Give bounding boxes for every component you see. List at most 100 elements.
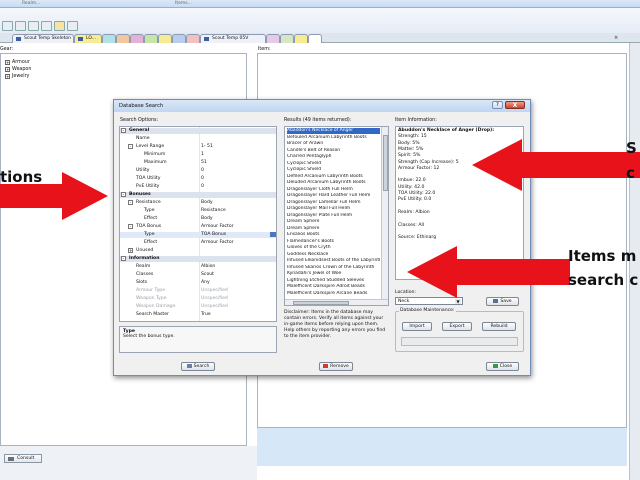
- property-row[interactable]: Name: [120, 136, 276, 142]
- property-row[interactable]: Weapon Damage Unspecified: [120, 304, 276, 310]
- expand-icon[interactable]: -: [121, 256, 126, 261]
- property-row[interactable]: Effect Body: [120, 216, 276, 222]
- dialog-close-button[interactable]: X: [505, 101, 525, 109]
- property-category[interactable]: - General: [120, 128, 276, 134]
- export-button[interactable]: Export: [442, 322, 472, 331]
- tab-scout-temp-05v[interactable]: Scout Temp 05V: [200, 34, 266, 43]
- tab-blank-4[interactable]: [144, 34, 158, 43]
- new-icon[interactable]: [2, 21, 13, 31]
- property-row[interactable]: Realm Albion: [120, 264, 276, 270]
- result-item[interactable]: Kynadahi's Jewel of Woe: [287, 271, 380, 277]
- property-row[interactable]: Type Resistance: [120, 208, 276, 214]
- result-item[interactable]: Abaddon's Necklace of Anger: [287, 128, 380, 134]
- expand-icon[interactable]: +: [5, 67, 10, 72]
- property-row[interactable]: Classes Scout: [120, 272, 276, 278]
- result-item[interactable]: Charred Pentaglyph: [287, 154, 380, 160]
- tree-item-armour[interactable]: + Armour: [5, 60, 30, 65]
- tab-blank-2[interactable]: [116, 34, 130, 43]
- result-item[interactable]: Candle's Belt of Reason: [287, 148, 380, 154]
- result-item[interactable]: Ensalios Boots: [287, 232, 380, 238]
- result-item[interactable]: Defiled Arcanium Labyrinth Boots: [287, 174, 380, 180]
- expand-icon[interactable]: -: [121, 128, 126, 133]
- result-item[interactable]: Bracer of Arawn: [287, 141, 380, 147]
- expand-icon[interactable]: -: [128, 200, 133, 205]
- save-icon[interactable]: [28, 21, 39, 31]
- property-row[interactable]: + Unused: [120, 248, 276, 254]
- result-item[interactable]: Cyclopic Shield: [287, 167, 380, 173]
- scroll-thumb[interactable]: [293, 301, 349, 305]
- result-item[interactable]: Cyclopic Shield: [287, 161, 380, 167]
- result-item[interactable]: Malefficent Darkspire Arcane Beads: [287, 291, 380, 297]
- property-row[interactable]: Armour Type Unspecified: [120, 288, 276, 294]
- remove-button[interactable]: Remove: [319, 362, 353, 371]
- open-icon[interactable]: [15, 21, 26, 31]
- property-row[interactable]: Effect Armour Factor: [120, 240, 276, 246]
- results-vertical-scrollbar[interactable]: [381, 127, 388, 299]
- result-item[interactable]: Befouled Arcanium Labyrinth Boots: [287, 135, 380, 141]
- expand-icon[interactable]: +: [5, 74, 10, 79]
- print-icon[interactable]: [41, 21, 52, 31]
- tab-blank-7[interactable]: [186, 34, 200, 43]
- result-item[interactable]: Dragonslayer Cloth Full Helm: [287, 187, 380, 193]
- result-item[interactable]: Deluded Arcanium Labyrinth Boots: [287, 180, 380, 186]
- expand-icon[interactable]: -: [121, 192, 126, 197]
- help-button[interactable]: ?: [492, 101, 503, 109]
- tab-blank-10[interactable]: [294, 34, 308, 43]
- close-tab-icon[interactable]: ×: [614, 35, 618, 41]
- chevron-down-icon[interactable]: [270, 232, 276, 237]
- search-button[interactable]: Search: [181, 362, 215, 371]
- property-row[interactable]: - TOA Bonus Armour Factor: [120, 224, 276, 230]
- result-item[interactable]: Dragonslayer Plate Full Helm: [287, 213, 380, 219]
- tab-blank-6[interactable]: [172, 34, 186, 43]
- expand-icon[interactable]: -: [128, 224, 133, 229]
- tab-blank-5[interactable]: [158, 34, 172, 43]
- result-item[interactable]: Flamedancer's Boots: [287, 239, 380, 245]
- result-item[interactable]: Goddess Necklace: [287, 252, 380, 258]
- settings-icon[interactable]: [67, 21, 78, 31]
- property-row[interactable]: Type TOA Bonus: [120, 232, 276, 238]
- rebuild-button[interactable]: Rebuild: [482, 322, 516, 331]
- tab-blank-3[interactable]: [130, 34, 144, 43]
- result-item[interactable]: Infused Skarios Crown of the Labyrinth: [287, 265, 380, 271]
- result-item[interactable]: Malefficent Darkspire Adroit Beads: [287, 284, 380, 290]
- result-item[interactable]: Dream Sphere: [287, 219, 380, 225]
- result-item[interactable]: Lightning Etched Studded Sleeves: [287, 278, 380, 284]
- search-options-grid[interactable]: - General Name - Level Range 1- 51 Minimum 1 Max…: [119, 126, 277, 322]
- tree-item-jewelry[interactable]: + Jewelry: [5, 74, 29, 79]
- tab-add[interactable]: [308, 34, 322, 43]
- property-row[interactable]: Slots Any: [120, 280, 276, 286]
- close-button[interactable]: Close: [486, 362, 519, 371]
- consult-button[interactable]: Consult: [4, 454, 42, 463]
- expand-icon[interactable]: +: [128, 248, 133, 253]
- result-item[interactable]: Dragonslayer Hard Leather Full Helm: [287, 193, 380, 199]
- expand-icon[interactable]: -: [128, 144, 133, 149]
- tree-item-weapon[interactable]: + Weapon: [5, 67, 31, 72]
- tab-scout-temp-skeleton[interactable]: Scout Temp Skeleton: [12, 34, 74, 43]
- tab-blank-8[interactable]: [266, 34, 280, 43]
- expand-icon[interactable]: +: [5, 60, 10, 65]
- property-row[interactable]: Search Master True: [120, 312, 276, 318]
- result-item[interactable]: Infused Elkonidsest Boots of the Labyrin…: [287, 258, 380, 264]
- result-item[interactable]: Dragonslayer Lamellar Full Helm: [287, 200, 380, 206]
- property-row[interactable]: PvE Utility 0: [120, 184, 276, 190]
- result-item[interactable]: Dream Sphere: [287, 226, 380, 232]
- property-row[interactable]: Weapon Type Unspecified: [120, 296, 276, 302]
- property-row[interactable]: - Level Range 1- 51: [120, 144, 276, 150]
- property-category[interactable]: - Bonuses: [120, 192, 276, 198]
- property-row[interactable]: TOA Utility 0: [120, 176, 276, 182]
- property-category[interactable]: - Information: [120, 256, 276, 262]
- result-item[interactable]: Gloves of the Cryth: [287, 245, 380, 251]
- import-button[interactable]: Import: [402, 322, 432, 331]
- folder-icon[interactable]: [54, 21, 65, 31]
- tab-blank-9[interactable]: [280, 34, 294, 43]
- scroll-thumb[interactable]: [383, 135, 388, 191]
- result-item[interactable]: Dragonslayer Mail Full Helm: [287, 206, 380, 212]
- property-row[interactable]: Utility 0: [120, 168, 276, 174]
- tab-lo[interactable]: LO...: [74, 34, 102, 43]
- property-row[interactable]: Maximum 51: [120, 160, 276, 166]
- property-row[interactable]: - Resistance Body: [120, 200, 276, 206]
- results-list[interactable]: Abaddon's Necklace of Anger Befouled Arca…: [284, 126, 389, 306]
- property-row[interactable]: Minimum 1: [120, 152, 276, 158]
- tab-blank-1[interactable]: [102, 34, 116, 43]
- results-horizontal-scrollbar[interactable]: [285, 299, 388, 305]
